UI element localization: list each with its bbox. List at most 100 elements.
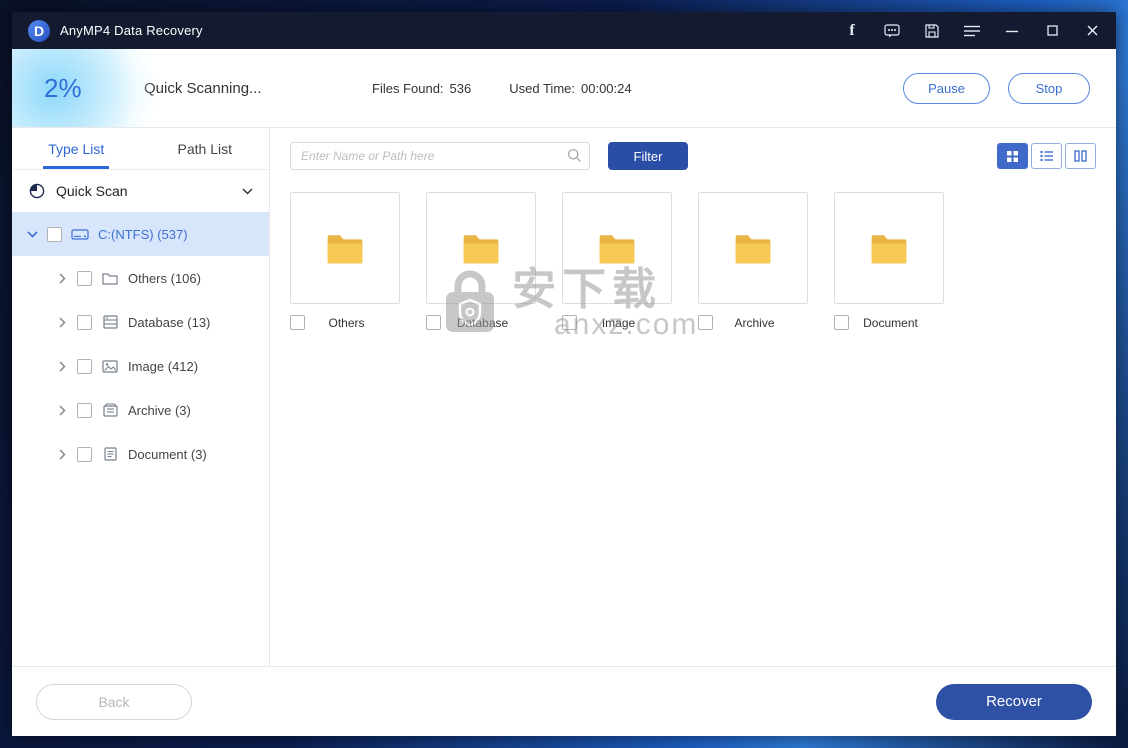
folder-tile[interactable]	[698, 192, 808, 304]
tree-label: Image (412)	[128, 359, 198, 374]
checkbox[interactable]	[426, 315, 441, 330]
scan-status: Quick Scanning...	[144, 80, 334, 97]
folder-tile[interactable]	[426, 192, 536, 304]
archive-icon	[101, 403, 119, 417]
used-time-stat: Used Time: 00:00:24	[509, 81, 631, 96]
progress-bar-section: 2% Quick Scanning... Files Found: 536 Use…	[12, 49, 1116, 127]
save-icon[interactable]	[924, 23, 940, 39]
search-input[interactable]	[290, 142, 590, 170]
chevron-right-icon[interactable]	[56, 361, 68, 372]
checkbox[interactable]	[698, 315, 713, 330]
chevron-right-icon[interactable]	[56, 273, 68, 284]
pie-scan-icon	[28, 183, 46, 199]
checkbox[interactable]	[77, 403, 92, 418]
grid-view-icon[interactable]	[997, 143, 1028, 169]
used-time-label: Used Time:	[509, 81, 575, 96]
chevron-right-icon[interactable]	[56, 317, 68, 328]
tree-label: Archive (3)	[128, 403, 191, 418]
list-view-icon[interactable]	[1031, 143, 1062, 169]
app-logo-icon: D	[28, 20, 50, 42]
tab-type-list[interactable]: Type List	[12, 128, 141, 169]
titlebar: D AnyMP4 Data Recovery f	[12, 12, 1116, 49]
checkbox[interactable]	[77, 447, 92, 462]
recover-button[interactable]: Recover	[936, 684, 1092, 720]
checkbox[interactable]	[834, 315, 849, 330]
grid-item-label: Document	[849, 316, 944, 330]
app-title: AnyMP4 Data Recovery	[60, 23, 203, 38]
database-icon	[101, 315, 119, 329]
checkbox[interactable]	[77, 271, 92, 286]
chevron-right-icon[interactable]	[56, 449, 68, 460]
tree-label: Others (106)	[128, 271, 201, 286]
pause-button[interactable]: Pause	[903, 73, 990, 104]
document-icon	[101, 447, 119, 461]
checkbox[interactable]	[77, 315, 92, 330]
maximize-icon[interactable]	[1044, 23, 1060, 39]
grid-item-label: Database	[441, 316, 536, 330]
main-area: Type List Path List Quick Scan	[12, 127, 1116, 666]
files-found-value: 536	[450, 81, 472, 96]
chevron-down-icon[interactable]	[26, 231, 38, 238]
chevron-down-icon[interactable]	[241, 188, 253, 195]
menu-icon[interactable]	[964, 23, 980, 39]
folder-icon	[869, 232, 909, 265]
file-type-tree: C:(NTFS) (537) Others (106)	[12, 212, 269, 666]
folder-icon	[597, 232, 637, 265]
stop-button[interactable]: Stop	[1008, 73, 1090, 104]
column-view-icon[interactable]	[1065, 143, 1096, 169]
checkbox[interactable]	[47, 227, 62, 242]
close-icon[interactable]	[1084, 23, 1100, 39]
used-time-value: 00:00:24	[581, 81, 632, 96]
folder-icon	[101, 272, 119, 285]
grid-item-label: Image	[577, 316, 672, 330]
grid-item-database: Database	[426, 192, 536, 330]
checkbox[interactable]	[562, 315, 577, 330]
tree-row-archive[interactable]: Archive (3)	[12, 388, 269, 432]
search-box	[290, 142, 590, 170]
scan-mode-label: Quick Scan	[56, 183, 128, 199]
image-icon	[101, 360, 119, 373]
folder-tile[interactable]	[562, 192, 672, 304]
folder-icon	[325, 232, 365, 265]
view-toggle-group	[997, 143, 1096, 169]
grid-item-label: Archive	[713, 316, 808, 330]
tree-label: C:(NTFS) (537)	[98, 227, 188, 242]
tree-label: Document (3)	[128, 447, 207, 462]
checkbox[interactable]	[290, 315, 305, 330]
content-area: Filter	[270, 128, 1116, 666]
grid-item-document: Document	[834, 192, 944, 330]
back-button[interactable]: Back	[36, 684, 192, 720]
checkbox[interactable]	[77, 359, 92, 374]
scan-mode-header[interactable]: Quick Scan	[12, 170, 269, 212]
grid-item-others: Others	[290, 192, 400, 330]
tab-path-list[interactable]: Path List	[141, 128, 270, 169]
sidebar: Type List Path List Quick Scan	[12, 128, 270, 666]
progress-percent: 2%	[44, 73, 122, 104]
filter-button[interactable]: Filter	[608, 142, 688, 170]
content-toolbar: Filter	[290, 142, 1096, 170]
files-found-label: Files Found:	[372, 81, 444, 96]
chevron-right-icon[interactable]	[56, 405, 68, 416]
tree-row-others[interactable]: Others (106)	[12, 256, 269, 300]
minimize-icon[interactable]	[1004, 23, 1020, 39]
app-window: D AnyMP4 Data Recovery f	[12, 12, 1116, 736]
search-icon[interactable]	[567, 148, 582, 168]
feedback-icon[interactable]	[884, 23, 900, 39]
folder-tile[interactable]	[290, 192, 400, 304]
tree-row-image[interactable]: Image (412)	[12, 344, 269, 388]
tree-label: Database (13)	[128, 315, 210, 330]
tree-row-drive-c[interactable]: C:(NTFS) (537)	[12, 212, 269, 256]
facebook-icon[interactable]: f	[844, 23, 860, 39]
folder-icon	[461, 232, 501, 265]
tree-row-document[interactable]: Document (3)	[12, 432, 269, 476]
grid-item-label: Others	[305, 316, 400, 330]
tree-row-database[interactable]: Database (13)	[12, 300, 269, 344]
drive-icon	[71, 228, 89, 241]
footer-bar: Back Recover	[12, 666, 1116, 736]
grid-item-archive: Archive	[698, 192, 808, 330]
folder-tile[interactable]	[834, 192, 944, 304]
sidebar-tabs: Type List Path List	[12, 128, 269, 170]
folder-icon	[733, 232, 773, 265]
files-found-stat: Files Found: 536	[372, 81, 471, 96]
grid-item-image: Image	[562, 192, 672, 330]
